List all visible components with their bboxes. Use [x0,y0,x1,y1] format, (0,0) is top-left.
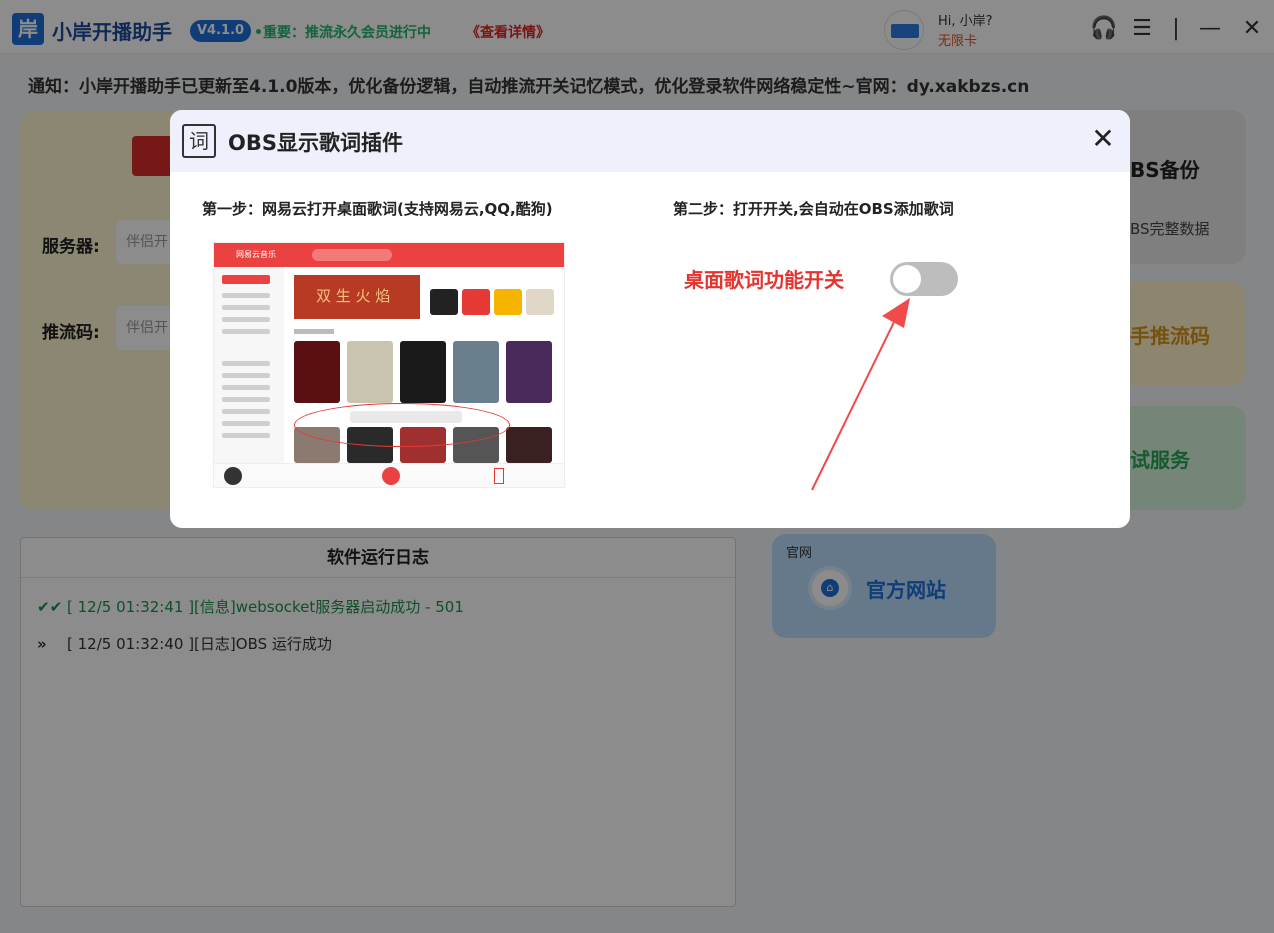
mini-cover [526,289,554,315]
dialog-close-icon[interactable]: ✕ [1088,124,1118,154]
banner-text: 双 生 火 焰 [316,287,391,305]
screenshot-app-title: 网易云音乐 [236,250,276,259]
screenshot-player-bar [214,463,564,487]
playlist-tile [506,427,552,463]
sidebar-item [222,397,270,402]
sidebar-item [222,305,270,310]
step-two-text: 第二步：打开开关,会自动在OBS添加歌词 [673,200,954,218]
sidebar-item [222,433,270,438]
dialog-title: OBS显示歌词插件 [228,131,403,155]
obs-lyrics-plugin-dialog: 词 OBS显示歌词插件 ✕ 第一步：网易云打开桌面歌词(支持网易云,QQ,酷狗)… [170,110,1130,528]
play-icon [382,467,400,485]
sidebar-item [222,361,270,366]
playlist-tile [294,341,340,403]
mini-cover [494,289,522,315]
sidebar-item [222,373,270,378]
playlist-tile [400,341,446,403]
album-disc-icon [224,467,242,485]
screenshot-banner: 双 生 火 焰 [294,275,420,319]
sidebar-item [222,329,270,334]
sidebar-item [222,385,270,390]
sidebar-item [222,317,270,322]
playlist-tile [453,341,499,403]
screenshot-sidebar [214,267,284,463]
screenshot-search [312,249,392,261]
recommend-label [294,329,334,334]
netease-screenshot: 网易云音乐 双 生 火 焰 [213,242,565,488]
sidebar-item [222,421,270,426]
screenshot-topbar: 网易云音乐 [214,243,564,267]
mini-cover [430,289,458,315]
sidebar-item [222,409,270,414]
step-one-text: 第一步：网易云打开桌面歌词(支持网易云,QQ,酷狗) [202,200,553,218]
sidebar-item [222,275,270,284]
toggle-knob [893,265,921,293]
sidebar-item [222,293,270,298]
playlist-tile [347,341,393,403]
lyrics-button-highlight [494,468,504,484]
highlight-ellipse [294,403,510,447]
desktop-lyrics-toggle-label: 桌面歌词功能开关 [684,268,844,292]
lyrics-icon: 词 [182,124,216,158]
playlist-tile [506,341,552,403]
dialog-header: 词 OBS显示歌词插件 ✕ [170,110,1130,172]
mini-cover [462,289,490,315]
pointer-arrow-icon [811,298,910,491]
